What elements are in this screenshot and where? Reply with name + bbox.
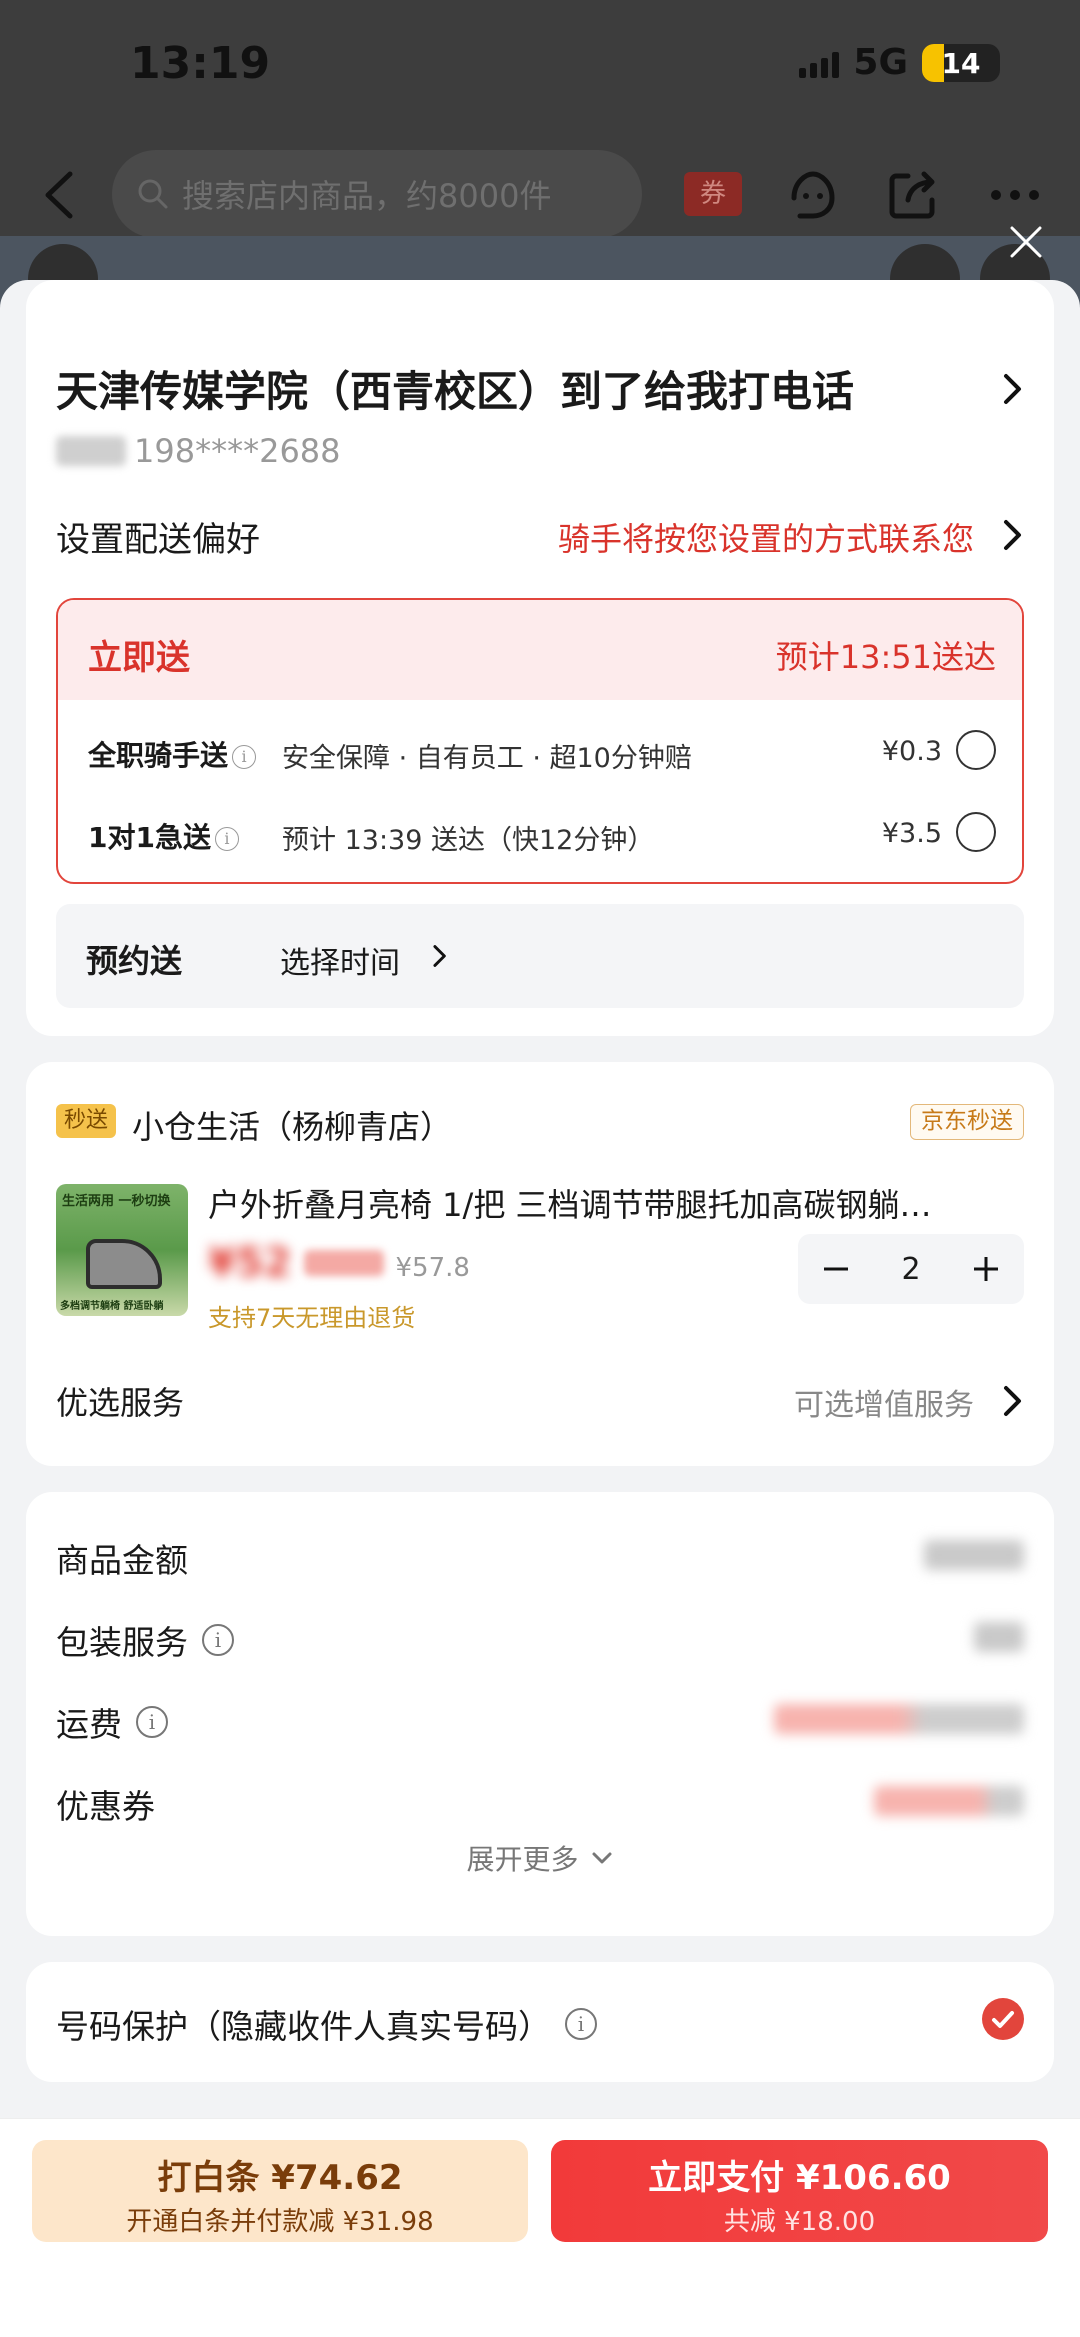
miaosong-badge: 秒送 xyxy=(56,1104,117,1138)
minus-icon xyxy=(823,1267,848,1271)
baitiao-title: 打白条 ¥74.62 xyxy=(157,2158,403,2198)
option-name: 1对1急送 xyxy=(88,821,211,854)
bottom-action-bar: 打白条 ¥74.62 开通白条并付款减 ¥31.98 立即支付 ¥106.60 … xyxy=(0,2118,1080,2268)
address-delivery-card: 天津传媒学院（西青校区）到了给我打电话 198****2688 设置配送偏好 骑… xyxy=(26,280,1054,1036)
search-placeholder: 搜索店内商品，约8000件 xyxy=(182,177,552,215)
increase-button[interactable] xyxy=(949,1234,1024,1304)
customer-service-icon[interactable] xyxy=(786,168,840,222)
more-icon[interactable] xyxy=(988,168,1042,222)
product-original-price: ¥57.8 xyxy=(395,1253,470,1283)
fee-row-goods: 商品金额 xyxy=(56,1526,1024,1586)
fee-value-blurred xyxy=(874,1786,1024,1816)
expand-more-button[interactable]: 展开更多 xyxy=(26,1838,1054,1878)
info-icon[interactable]: i xyxy=(214,827,239,851)
home-indicator-area xyxy=(0,2268,1080,2337)
chevron-right-icon xyxy=(1004,520,1021,550)
pay-now-subtitle: 共减 ¥18.00 xyxy=(723,2207,876,2237)
status-time: 13:19 xyxy=(130,38,271,89)
privacy-label: 号码保护（隐藏收件人真实号码） xyxy=(56,2007,551,2046)
baitiao-pay-button[interactable]: 打白条 ¥74.62 开通白条并付款减 ¥31.98 xyxy=(32,2140,528,2242)
pay-now-button[interactable]: 立即支付 ¥106.60 共减 ¥18.00 xyxy=(551,2140,1048,2242)
product-image[interactable]: 生活两用 一秒切换 多档调节躺椅 舒适卧躺 xyxy=(56,1184,188,1316)
search-input[interactable]: 搜索店内商品，约8000件 xyxy=(112,150,642,238)
instant-delivery-label: 立即送 xyxy=(88,638,190,678)
fee-row-coupon[interactable]: 优惠券 xyxy=(56,1772,1024,1832)
quantity-value[interactable]: 2 xyxy=(873,1234,948,1304)
battery-icon: 14 xyxy=(922,43,1000,82)
delivery-option-fulltime[interactable]: 全职骑手送 i 安全保障 · 自有员工 · 超10分钟赔 ¥0.3 xyxy=(58,716,1022,786)
option-radio[interactable] xyxy=(956,730,996,770)
fee-row-shipping[interactable]: 运费 i xyxy=(56,1690,1024,1750)
privacy-card: 号码保护（隐藏收件人真实号码） i xyxy=(26,1962,1054,2082)
scheduled-delivery-label: 预约送 xyxy=(86,942,183,980)
fee-row-packaging: 包装服务 i xyxy=(56,1608,1024,1668)
fee-value-blurred xyxy=(974,1622,1024,1652)
fee-label: 优惠券 xyxy=(56,1787,155,1826)
option-price: ¥3.5 xyxy=(881,818,942,849)
delivery-preference-value: 骑手将按您设置的方式联系您 xyxy=(557,520,974,558)
option-price: ¥0.3 xyxy=(881,736,942,767)
search-icon xyxy=(138,179,168,209)
option-description: 安全保障 · 自有员工 · 超10分钟赔 xyxy=(282,743,692,774)
chevron-down-icon xyxy=(592,1852,612,1864)
fee-label: 运费 xyxy=(56,1705,122,1744)
scheduled-delivery-row[interactable]: 预约送 选择时间 xyxy=(56,904,1024,1008)
address-title: 天津传媒学院（西青校区）到了给我打电话 xyxy=(56,367,855,416)
store-card: 秒送 小仓生活（杨柳青店） 京东秒送 生活两用 一秒切换 多档调节躺椅 舒适卧躺… xyxy=(26,1062,1054,1466)
decrease-button[interactable] xyxy=(798,1234,873,1304)
status-bar: 13:19 5G 14 xyxy=(0,0,1080,130)
check-icon xyxy=(992,2011,1014,2028)
recipient-name-blurred xyxy=(56,436,126,466)
premium-service-label: 优选服务 xyxy=(56,1384,185,1422)
coupon-icon[interactable]: 券 xyxy=(684,172,742,216)
delivery-preference-label: 设置配送偏好 xyxy=(56,520,260,560)
checkout-sheet: 天津传媒学院（西青校区）到了给我打电话 198****2688 设置配送偏好 骑… xyxy=(0,280,1080,2337)
instant-delivery-header: 立即送 预计13:51送达 xyxy=(58,600,1022,700)
select-time-label: 选择时间 xyxy=(280,946,400,981)
fee-label: 商品金额 xyxy=(56,1541,188,1580)
jd-miaosong-tag: 京东秒送 xyxy=(910,1104,1024,1140)
network-type: 5G xyxy=(853,42,908,83)
chevron-right-icon xyxy=(1004,374,1021,404)
info-icon[interactable]: i xyxy=(136,1706,168,1738)
fee-summary-card: 商品金额 包装服务 i 运费 i 优惠券 展开更多 xyxy=(26,1492,1054,1936)
status-indicators: 5G 14 xyxy=(799,42,1000,83)
chevron-right-icon xyxy=(433,945,446,967)
info-icon[interactable]: i xyxy=(232,745,257,769)
premium-service-value: 可选增值服务 xyxy=(794,1388,974,1423)
fee-value-blurred xyxy=(774,1704,1024,1734)
option-name: 全职骑手送 xyxy=(88,739,229,772)
store-name[interactable]: 小仓生活（杨柳青店） xyxy=(132,1102,452,1148)
quantity-stepper: 2 xyxy=(798,1234,1024,1304)
close-icon[interactable] xyxy=(1006,222,1046,262)
share-icon[interactable] xyxy=(886,168,940,222)
back-arrow-icon[interactable] xyxy=(40,170,80,220)
return-policy: 支持7天无理由退货 xyxy=(208,1304,416,1332)
recipient-phone: 198****2688 xyxy=(56,432,341,470)
chevron-right-icon xyxy=(1004,1386,1021,1416)
fee-label: 包装服务 xyxy=(56,1623,188,1662)
option-description: 预计 13:39 送达（快12分钟） xyxy=(282,825,655,856)
delivery-option-express[interactable]: 1对1急送 i 预计 13:39 送达（快12分钟） ¥3.5 xyxy=(58,798,1022,868)
instant-delivery-eta: 预计13:51送达 xyxy=(775,638,996,676)
product-title[interactable]: 户外折叠月亮椅 1/把 三档调节带腿托加高碳钢躺… xyxy=(208,1180,1008,1226)
info-icon[interactable]: i xyxy=(202,1624,234,1656)
instant-delivery-box: 立即送 预计13:51送达 全职骑手送 i 安全保障 · 自有员工 · 超10分钟… xyxy=(56,598,1024,884)
fee-value-blurred xyxy=(924,1540,1024,1570)
baitiao-subtitle: 开通白条并付款减 ¥31.98 xyxy=(126,2207,434,2237)
plus-icon xyxy=(974,1257,999,1281)
privacy-checkbox[interactable] xyxy=(982,1998,1024,2040)
pay-now-title: 立即支付 ¥106.60 xyxy=(648,2158,951,2198)
product-price-row: ¥52 ¥57.8 xyxy=(208,1240,470,1286)
info-icon[interactable]: i xyxy=(565,2008,597,2040)
option-radio[interactable] xyxy=(956,812,996,852)
signal-icon xyxy=(799,48,840,78)
product-price: ¥52 xyxy=(208,1240,292,1286)
